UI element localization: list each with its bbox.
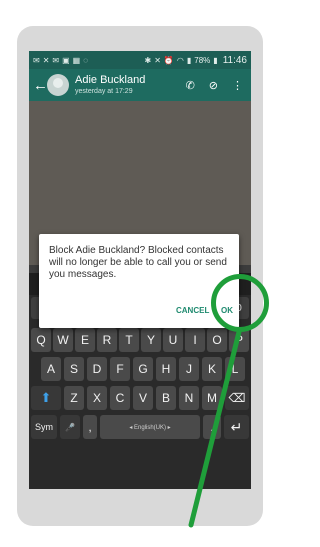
pointer-arrow-line <box>188 329 242 528</box>
pointer-arrow <box>188 329 242 528</box>
